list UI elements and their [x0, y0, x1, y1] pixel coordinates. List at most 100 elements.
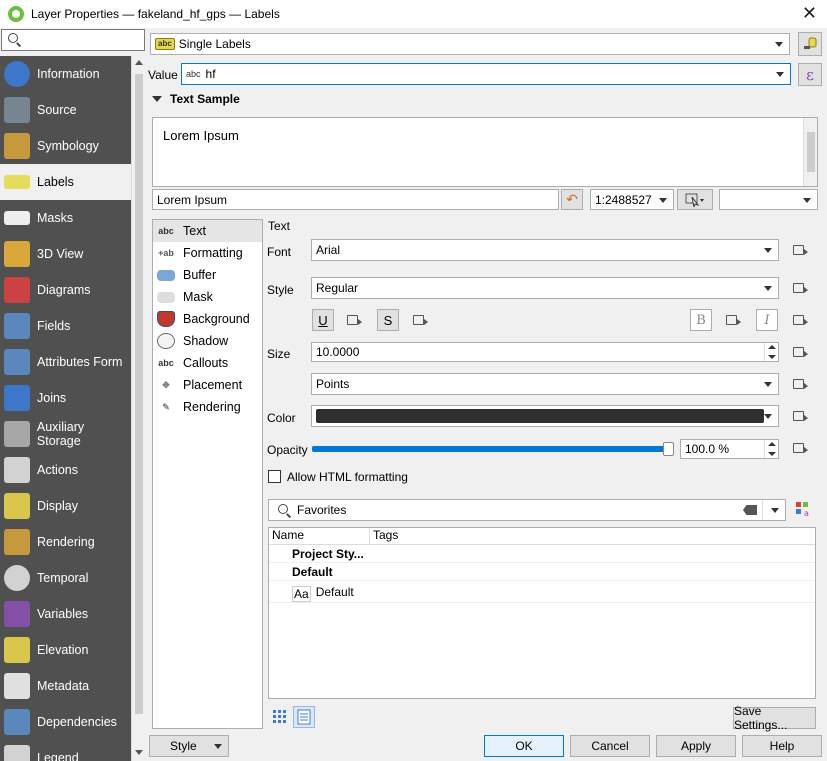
chevron-down-icon[interactable] [771, 508, 779, 513]
sidebar-item-actions[interactable]: Actions [0, 452, 131, 488]
allow-html-checkbox[interactable] [268, 470, 281, 483]
data-defined-override-icon[interactable] [789, 311, 811, 329]
sidebar-item-label: Symbology [37, 139, 99, 153]
help-button[interactable]: Help [742, 735, 822, 757]
sidebar-item-fields[interactable]: Fields [0, 308, 131, 344]
scale-value: 1:2488527 [595, 192, 652, 207]
data-defined-override-icon[interactable] [789, 343, 811, 361]
data-defined-override-icon[interactable] [789, 439, 811, 457]
chevron-down-icon [776, 72, 784, 77]
apply-button[interactable]: Apply [656, 735, 736, 757]
text-sample-preview: Lorem Ipsum [152, 117, 818, 187]
spin-arrows-icon[interactable] [764, 343, 778, 361]
sidebar-item-diagrams[interactable]: Diagrams [0, 272, 131, 308]
icon-view-icon[interactable] [271, 708, 289, 726]
preview-scrollbar[interactable] [803, 118, 817, 186]
color-button[interactable] [311, 405, 779, 427]
spin-arrows-icon[interactable] [764, 440, 778, 458]
scale-combo[interactable]: 1:2488527 [590, 189, 674, 210]
reset-sample-button[interactable]: ↶ [561, 189, 583, 210]
ok-button[interactable]: OK [484, 735, 564, 757]
nav-item-rendering[interactable]: ✎ Rendering [153, 396, 262, 418]
background-color-combo[interactable] [719, 189, 818, 210]
data-defined-override-icon[interactable] [789, 407, 811, 425]
save-settings-button[interactable]: Save Settings... [733, 704, 816, 732]
clear-icon[interactable] [743, 505, 757, 515]
close-icon[interactable]: ✕ [802, 3, 817, 23]
nav-item-text[interactable]: abc Text [153, 220, 262, 242]
nav-item-shadow[interactable]: Shadow [153, 330, 262, 352]
wand-icon [804, 37, 817, 49]
nav-item-formatting[interactable]: +ab Formatting [153, 242, 262, 264]
sidebar-item-source[interactable]: Source [0, 92, 131, 128]
scroll-down-icon[interactable] [135, 750, 143, 755]
opacity-slider[interactable] [312, 442, 674, 456]
sidebar-item-attributes-form[interactable]: Attributes Form [0, 344, 131, 380]
data-defined-override-icon[interactable] [789, 279, 811, 297]
list-view-icon[interactable] [293, 706, 315, 728]
expression-button[interactable]: ε [798, 63, 822, 86]
size-spinbox[interactable]: 10.0000 [311, 342, 779, 362]
italic-button[interactable]: I [756, 309, 778, 331]
label-mode-combo[interactable]: abc Single Labels [150, 33, 790, 55]
data-defined-override-icon[interactable] [409, 311, 431, 329]
bold-button[interactable]: B [690, 309, 712, 331]
nav-item-buffer[interactable]: Buffer [153, 264, 262, 286]
style-tree-row[interactable]: Default [269, 563, 815, 581]
allow-html-label: Allow HTML formatting [287, 470, 408, 484]
sidebar-item-label: Information [37, 67, 100, 81]
sidebar-search-input[interactable] [1, 29, 145, 51]
sidebar-item-joins[interactable]: Joins [0, 380, 131, 416]
value-field-combo[interactable]: abc hf [181, 63, 791, 85]
nav-item-mask[interactable]: Mask [153, 286, 262, 308]
sidebar-item-metadata[interactable]: Metadata [0, 668, 131, 704]
style-menu-button[interactable]: Style [149, 735, 229, 757]
scroll-thumb[interactable] [135, 74, 143, 714]
style-combo[interactable]: Regular [311, 277, 779, 299]
data-defined-override-icon[interactable] [343, 311, 365, 329]
sidebar-item-variables[interactable]: Variables [0, 596, 131, 632]
text-sample-header[interactable]: Text Sample [152, 92, 240, 106]
sidebar-item-rendering[interactable]: Rendering [0, 524, 131, 560]
label-rules-button[interactable] [798, 32, 822, 56]
sidebar-item-display[interactable]: Display [0, 488, 131, 524]
sidebar-item-label: Metadata [37, 679, 90, 693]
cube-icon [4, 241, 30, 267]
name-column-header[interactable]: Name [269, 528, 370, 544]
sidebar-item-temporal[interactable]: Temporal [0, 560, 131, 596]
size-unit-combo[interactable]: Points [311, 373, 779, 395]
data-defined-override-icon[interactable] [789, 241, 811, 259]
font-combo[interactable]: Arial [311, 239, 779, 261]
sidebar-item-information[interactable]: Information [0, 56, 131, 92]
opacity-slider-handle[interactable] [663, 442, 674, 456]
database-icon [4, 421, 30, 447]
sidebar-item-3d-view[interactable]: 3D View [0, 236, 131, 272]
cancel-button[interactable]: Cancel [570, 735, 650, 757]
map-scale-button[interactable] [677, 189, 713, 210]
opacity-spinbox[interactable]: 100.0 % [680, 439, 779, 459]
sidebar-item-label: Source [37, 103, 77, 117]
sidebar-item-masks[interactable]: Masks [0, 200, 131, 236]
strikeout-button[interactable]: S [377, 309, 399, 331]
style-search-input[interactable]: Favorites [268, 499, 786, 521]
style-tree-row[interactable]: Aa Default [269, 581, 815, 603]
nav-item-background[interactable]: Background [153, 308, 262, 330]
style-tree-row[interactable]: Project Sty... [269, 545, 815, 563]
scroll-up-icon[interactable] [135, 60, 143, 65]
opacity-label: Opacity [267, 443, 308, 457]
data-defined-override-icon[interactable] [789, 375, 811, 393]
tags-column-header[interactable]: Tags [370, 528, 815, 544]
sidebar-item-auxiliary-storage[interactable]: Auxiliary Storage [0, 416, 131, 452]
style-manager-icon[interactable]: a [794, 500, 814, 520]
data-defined-override-icon[interactable] [722, 311, 744, 329]
sidebar-item-dependencies[interactable]: Dependencies [0, 704, 131, 740]
sidebar-scrollbar[interactable] [131, 56, 145, 761]
nav-item-placement[interactable]: ✥ Placement [153, 374, 262, 396]
sample-text-input[interactable]: Lorem Ipsum [152, 189, 559, 210]
sidebar-item-legend[interactable]: Legend [0, 740, 131, 761]
sidebar-item-elevation[interactable]: Elevation [0, 632, 131, 668]
sidebar-item-symbology[interactable]: Symbology [0, 128, 131, 164]
underline-button[interactable]: U [312, 309, 334, 331]
nav-item-callouts[interactable]: abc Callouts [153, 352, 262, 374]
sidebar-item-labels[interactable]: Labels [0, 164, 131, 200]
